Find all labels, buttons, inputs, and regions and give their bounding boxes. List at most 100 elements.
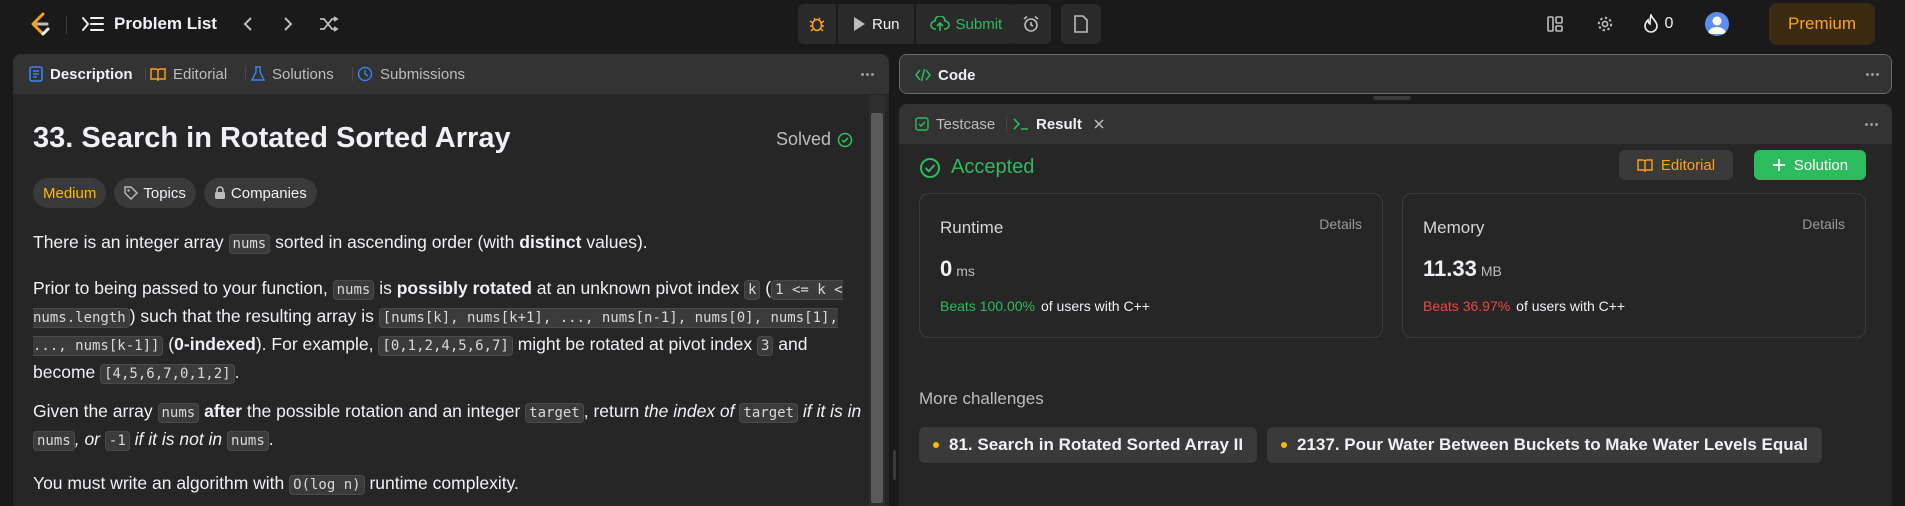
runtime-beats-percent: Beats 100.00% [940, 298, 1035, 314]
history-icon [357, 66, 373, 82]
tab-result[interactable]: Result [1013, 104, 1105, 144]
problem-list-label: Problem List [114, 14, 217, 33]
tab-code[interactable]: Code [915, 55, 976, 93]
streak-counter[interactable]: 0 [1638, 12, 1678, 36]
memory-card[interactable]: Memory Details 11.33 MB Beats 36.97% of us… [1402, 193, 1866, 338]
difficulty-dot [1281, 442, 1287, 448]
random-problem-button[interactable] [317, 12, 341, 36]
lock-icon [214, 186, 225, 199]
tab-description-label: Description [50, 65, 133, 83]
problem-list-button[interactable]: Problem List [82, 12, 217, 36]
solution-button[interactable]: Solution [1754, 150, 1866, 180]
tab-submissions[interactable]: Submissions [357, 54, 465, 94]
bug-icon [809, 17, 825, 32]
tab-submissions-label: Submissions [380, 65, 466, 83]
tab-separator [145, 67, 146, 81]
tab-editorial[interactable]: Editorial [150, 54, 227, 94]
submission-status: Accepted [919, 156, 1034, 179]
companies-label: Companies [230, 184, 307, 202]
shuffle-icon [320, 16, 339, 32]
runtime-beats-suffix: of users with C++ [1040, 298, 1150, 314]
more-options-icon[interactable] [1863, 66, 1881, 82]
runtime-number: 0 [940, 256, 953, 281]
description-paragraph-4: You must write an algorithm with O(log n… [33, 473, 519, 495]
streak-count: 0 [1664, 15, 1674, 32]
description-scrollbar[interactable] [869, 95, 885, 506]
tab-solutions-label: Solutions [272, 65, 334, 83]
companies-chip[interactable]: Companies [203, 178, 317, 208]
fire-icon [1643, 14, 1658, 33]
runtime-unit: ms [956, 263, 975, 279]
memory-beats: Beats 36.97% of users with C++ [1423, 298, 1625, 314]
next-problem-button[interactable] [276, 12, 300, 36]
tab-testcase[interactable]: Testcase [915, 104, 995, 144]
solved-label: Solved [776, 129, 832, 149]
premium-button[interactable]: Premium [1769, 3, 1875, 45]
editorial-button-label: Editorial [1660, 156, 1716, 174]
prev-problem-button[interactable] [236, 12, 260, 36]
user-avatar-icon [1708, 16, 1726, 34]
submit-button[interactable]: Submit [915, 4, 1017, 44]
runtime-details-link[interactable]: Details [1319, 216, 1362, 232]
description-panel: Description Editorial Solutions Submissi… [13, 54, 889, 506]
memory-beats-percent: Beats 36.97% [1423, 298, 1511, 314]
chevron-right-icon [284, 17, 293, 31]
challenge-link[interactable]: 81. Search in Rotated Sorted Array II [919, 427, 1258, 463]
vertical-resize-handle[interactable] [893, 450, 896, 480]
description-paragraph-1: There is an integer array nums sorted in… [33, 232, 648, 254]
tab-description[interactable]: Description [29, 54, 133, 94]
cloud-upload-icon [929, 16, 950, 31]
code-panel: Code [899, 54, 1892, 94]
book-icon [1637, 159, 1653, 172]
leetcode-logo-icon[interactable] [27, 11, 53, 37]
tab-separator [1006, 117, 1007, 131]
tab-testcase-label: Testcase [936, 115, 996, 133]
runtime-label: Runtime [940, 218, 1004, 237]
notes-button[interactable] [1061, 4, 1101, 44]
topics-chip[interactable]: Topics [114, 178, 196, 208]
memory-number: 11.33 [1423, 256, 1477, 281]
settings-button[interactable] [1593, 12, 1617, 36]
close-icon[interactable] [1093, 118, 1105, 130]
document-icon [29, 66, 43, 82]
run-label: Run [872, 15, 900, 33]
problem-title: 33. Search in Rotated Sorted Array [33, 122, 511, 154]
difficulty-badge: Medium [33, 178, 107, 208]
tab-solutions[interactable]: Solutions [251, 54, 334, 94]
tab-result-label: Result [1036, 115, 1082, 133]
tab-code-label: Code [938, 66, 976, 84]
flask-icon [251, 66, 265, 81]
note-icon [1074, 15, 1088, 33]
check-circle-icon [920, 157, 940, 178]
top-navbar: Problem List Run Submit 0 Premium [0, 0, 1905, 48]
description-tabbar: Description Editorial Solutions Submissi… [13, 54, 889, 94]
timer-button[interactable] [1011, 4, 1051, 44]
memory-details-link[interactable]: Details [1802, 216, 1845, 232]
memory-beats-suffix: of users with C++ [1516, 298, 1626, 314]
memory-value: 11.33 MB [1423, 256, 1502, 282]
runtime-value: 0 ms [940, 256, 975, 282]
description-paragraph-2: Prior to being passed to your function, … [33, 278, 843, 384]
run-button[interactable]: Run [838, 4, 914, 44]
terminal-icon [1013, 118, 1028, 130]
runtime-card[interactable]: Runtime Details 0 ms Beats 100.00% of user… [919, 193, 1383, 338]
layout-button[interactable] [1543, 12, 1567, 36]
debug-button[interactable] [798, 4, 836, 44]
tag-icon [124, 186, 139, 200]
challenge-link[interactable]: 2137. Pour Water Between Buckets to Make… [1267, 427, 1822, 463]
scrollbar-thumb[interactable] [871, 113, 883, 503]
tab-separator [352, 67, 353, 81]
nav-divider [66, 16, 67, 34]
more-options-icon[interactable] [858, 66, 876, 82]
avatar[interactable] [1705, 12, 1729, 36]
gear-icon [1597, 16, 1613, 32]
editorial-button[interactable]: Editorial [1619, 150, 1733, 180]
horizontal-resize-handle[interactable] [1373, 96, 1411, 100]
challenge-title: 81. Search in Rotated Sorted Array II [949, 435, 1244, 454]
more-options-icon[interactable] [1862, 116, 1880, 132]
result-tabbar: Testcase Result [899, 104, 1892, 144]
checkbox-icon [915, 117, 929, 131]
tab-separator [245, 67, 246, 81]
plus-icon [1772, 159, 1785, 171]
description-paragraph-3: Given the array nums after the possible … [33, 401, 862, 451]
